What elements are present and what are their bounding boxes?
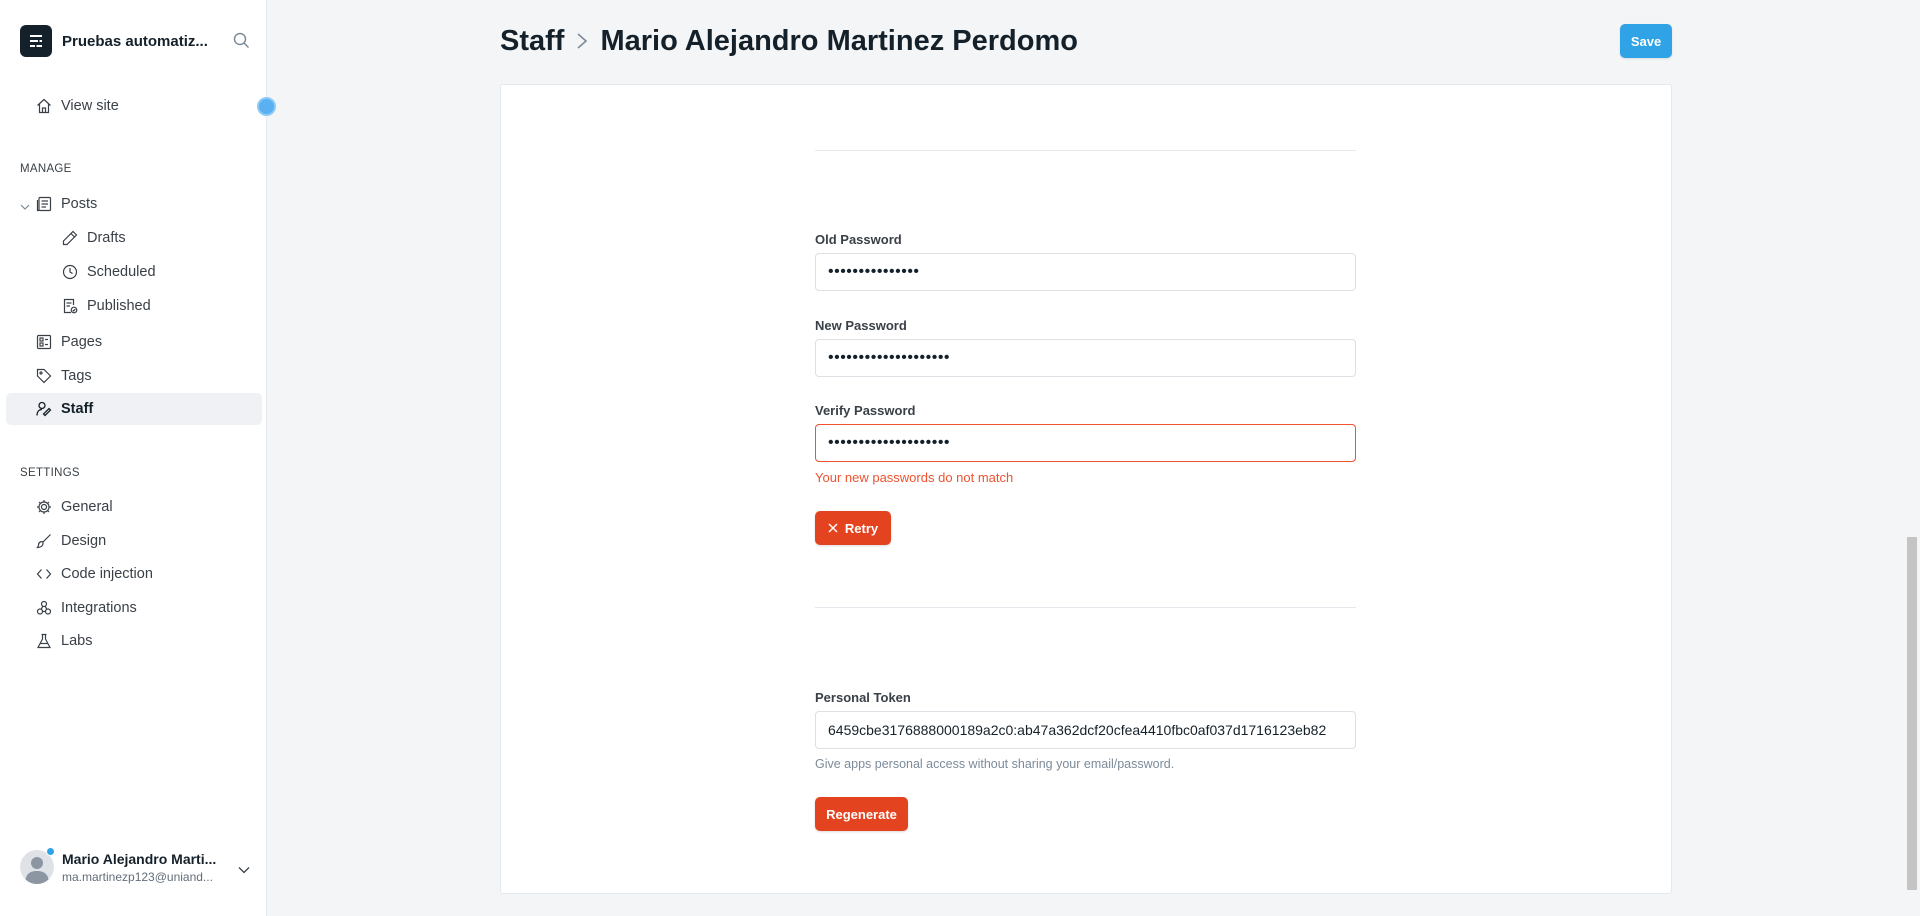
verify-password-input[interactable] (815, 424, 1356, 462)
clock-icon (62, 264, 78, 280)
retry-label: Retry (844, 520, 879, 536)
pencil-icon (62, 230, 78, 246)
nav-drafts[interactable]: Drafts (6, 222, 262, 254)
nav-published[interactable]: Published (6, 290, 262, 322)
online-status-dot (46, 847, 55, 856)
flask-icon (36, 633, 52, 649)
user-name: Mario Alejandro Marti... (62, 850, 217, 867)
nav-labs[interactable]: Labs (6, 625, 262, 657)
published-icon (62, 298, 78, 314)
old-password-label: Old Password (815, 232, 902, 247)
nav-posts[interactable]: Posts (6, 188, 262, 220)
site-brand[interactable]: Pruebas automatiz... (20, 25, 250, 57)
nav-general[interactable]: General (6, 491, 262, 523)
user-menu[interactable]: Mario Alejandro Marti... ma.martinezp123… (20, 845, 250, 889)
tag-icon (36, 368, 52, 384)
nav-design[interactable]: Design (6, 525, 262, 557)
search-icon[interactable] (233, 32, 250, 54)
integrations-icon (36, 600, 52, 616)
nav-pages[interactable]: Pages (6, 326, 262, 358)
nav-staff[interactable]: Staff (6, 393, 262, 425)
retry-button[interactable]: Retry (815, 511, 891, 545)
nav-scheduled[interactable]: Scheduled (6, 256, 262, 288)
new-password-label: New Password (815, 318, 907, 333)
new-password-input[interactable] (815, 339, 1356, 377)
staff-icon (36, 401, 52, 417)
verify-password-label: Verify Password (815, 403, 916, 418)
site-logo-icon (20, 25, 52, 57)
manage-section-label: MANAGE (20, 163, 72, 175)
content-card (500, 84, 1672, 894)
site-title: Pruebas automatiz... (62, 32, 208, 50)
brush-icon (36, 533, 52, 549)
nav-code-injection[interactable]: Code injection (6, 558, 262, 590)
notification-dot (257, 97, 276, 116)
personal-token-label: Personal Token (815, 690, 911, 705)
chevron-down-icon[interactable] (238, 861, 250, 879)
regenerate-label: Regenerate (826, 806, 897, 822)
sidebar: Pruebas automatiz... View site MANAGE Po… (0, 0, 276, 916)
section-divider (815, 607, 1356, 608)
pages-icon (36, 334, 52, 350)
save-button[interactable]: Save (1620, 24, 1672, 58)
home-icon (36, 98, 52, 114)
personal-token-hint: Give apps personal access without sharin… (815, 757, 1175, 771)
close-icon (828, 523, 838, 533)
nav-tags[interactable]: Tags (6, 360, 262, 392)
page-title: Mario Alejandro Martinez Perdomo (600, 24, 1078, 57)
password-error-message: Your new passwords do not match (815, 470, 1014, 485)
chevron-right-icon (576, 32, 588, 50)
old-password-input[interactable] (815, 253, 1356, 291)
scrollbar-thumb[interactable] (1907, 537, 1917, 890)
user-email: ma.martinezp123@uniand... (62, 869, 213, 884)
gear-icon (36, 499, 52, 515)
chevron-down-icon[interactable] (20, 199, 30, 215)
nav-view-site[interactable]: View site (6, 90, 262, 122)
personal-token-input[interactable] (815, 711, 1356, 749)
breadcrumb: Staff Mario Alejandro Martinez Perdomo (500, 22, 1078, 60)
section-divider (815, 150, 1356, 151)
settings-section-label: SETTINGS (20, 467, 80, 479)
nav-integrations[interactable]: Integrations (6, 592, 262, 624)
breadcrumb-staff-link[interactable]: Staff (500, 25, 564, 58)
regenerate-button[interactable]: Regenerate (815, 797, 908, 831)
code-icon (36, 566, 52, 582)
posts-icon (36, 196, 52, 212)
